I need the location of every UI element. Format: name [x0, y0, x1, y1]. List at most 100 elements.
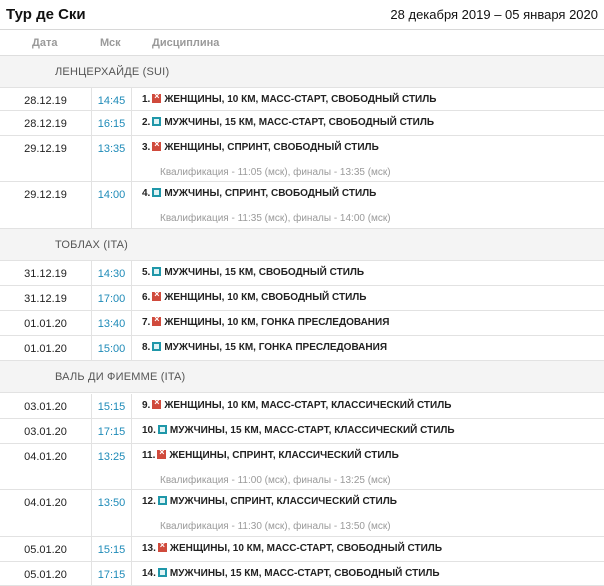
race-number: 2. — [142, 117, 151, 128]
race-discipline[interactable]: 10. МУЖЧИНЫ, 15 КМ, МАСС-СТАРТ, КЛАССИЧЕС… — [142, 425, 600, 436]
men-gender-icon — [157, 568, 167, 577]
venue-name: ВАЛЬ ДИ ФИЕММЕ (ITA) — [55, 371, 186, 383]
qualification-note: Квалификация - 11:35 (мск), финалы - 14:… — [160, 213, 391, 224]
race-name: МУЖЧИНЫ, СПРИНТ, КЛАССИЧЕСКИЙ СТИЛЬ — [169, 496, 397, 507]
race-number: 7. — [142, 317, 151, 328]
race-discipline[interactable]: 4. МУЖЧИНЫ, СПРИНТ, СВОБОДНЫЙ СТИЛЬ — [142, 188, 600, 199]
women-gender-icon — [152, 91, 162, 103]
race-name: МУЖЧИНЫ, 15 КМ, МАСС-СТАРТ, КЛАССИЧЕСКИЙ… — [169, 425, 455, 436]
qualification-note: Квалификация - 11:05 (мск), финалы - 13:… — [160, 167, 391, 178]
venue-header: ТОБЛАХ (ITA) — [0, 229, 604, 261]
page-header: Тур де Ски 28 декабря 2019 – 05 января 2… — [0, 0, 604, 30]
race-time: 14:45 — [92, 88, 132, 110]
women-gender-icon — [152, 397, 162, 409]
table-row: 05.01.20 17:15 14. МУЖЧИНЫ, 15 КМ, МАСС-СТА… — [0, 562, 604, 586]
race-time: 17:15 — [92, 419, 132, 443]
race-time: 15:00 — [92, 336, 132, 360]
page-title: Тур де Ски — [6, 6, 86, 23]
table-row: 28.12.19 16:15 2. МУЖЧИНЫ, 15 КМ, МАСС-СТАР… — [0, 111, 604, 136]
table-row: 05.01.2015:15 13. ЖЕНЩИНЫ, 10 КМ, МАСС-СТА… — [0, 537, 604, 562]
race-name: МУЖЧИНЫ, 15 КМ, СВОБОДНЫЙ СТИЛЬ — [164, 267, 365, 278]
table-row: 04.01.20 13:50 12. МУЖЧИНЫ, СПРИНТ, КЛАССИЧ… — [0, 490, 604, 537]
race-discipline[interactable]: 12. МУЖЧИНЫ, СПРИНТ, КЛАССИЧЕСКИЙ СТИЛЬ — [142, 496, 600, 507]
race-number: 9. — [142, 400, 151, 411]
race-number: 14. — [142, 568, 156, 579]
race-date: 28.12.19 — [0, 88, 92, 110]
column-header-date: Дата — [32, 37, 58, 49]
race-name: ЖЕНЩИНЫ, 10 КМ, ГОНКА ПРЕСЛЕДОВАНИЯ — [164, 317, 390, 328]
race-date: 04.01.20 — [0, 490, 92, 536]
race-name: МУЖЧИНЫ, СПРИНТ, СВОБОДНЫЙ СТИЛЬ — [164, 188, 377, 199]
race-name: МУЖЧИНЫ, 15 КМ, ГОНКА ПРЕСЛЕДОВАНИЯ — [164, 342, 387, 353]
date-range: 28 декабря 2019 – 05 января 2020 — [390, 7, 598, 22]
race-date: 04.01.20 — [0, 444, 92, 489]
race-time: 13:40 — [92, 311, 132, 335]
race-number: 13. — [142, 543, 156, 554]
race-number: 4. — [142, 188, 151, 199]
race-discipline[interactable]: 1. ЖЕНЩИНЫ, 10 КМ, МАСС-СТАРТ, СВОБОДНЫЙ … — [142, 91, 600, 105]
race-name: МУЖЧИНЫ, 15 КМ, МАСС-СТАРТ, СВОБОДНЫЙ СТ… — [164, 117, 435, 128]
column-headers: Дата Мск Дисциплина — [0, 30, 604, 56]
women-gender-icon — [157, 540, 167, 552]
race-name: ЖЕНЩИНЫ, 10 КМ, МАСС-СТАРТ, КЛАССИЧЕСКИЙ… — [164, 400, 452, 411]
venue-header: ВАЛЬ ДИ ФИЕММЕ (ITA) — [0, 361, 604, 393]
women-gender-icon — [152, 314, 162, 326]
table-row: 31.12.1917:00 6. ЖЕНЩИНЫ, 10 КМ, СВОБОДНЫЙ… — [0, 286, 604, 311]
race-number: 8. — [142, 342, 151, 353]
men-gender-icon — [157, 425, 167, 434]
race-date: 01.01.20 — [0, 311, 92, 335]
qualification-note: Квалификация - 11:30 (мск), финалы - 13:… — [160, 521, 391, 532]
race-date: 29.12.19 — [0, 182, 92, 228]
race-discipline[interactable]: 14. МУЖЧИНЫ, 15 КМ, МАСС-СТАРТ, СВОБОДНЫЙ… — [142, 568, 600, 579]
table-row: 28.12.1914:45 1. ЖЕНЩИНЫ, 10 КМ, МАСС-СТАР… — [0, 88, 604, 111]
race-number: 11. — [142, 450, 156, 461]
race-name: ЖЕНЩИНЫ, 10 КМ, МАСС-СТАРТ, СВОБОДНЫЙ СТ… — [164, 94, 437, 105]
race-number: 3. — [142, 142, 151, 153]
men-gender-icon — [152, 117, 162, 126]
race-time: 13:35 — [92, 136, 132, 181]
race-date: 03.01.20 — [0, 419, 92, 443]
race-name: ЖЕНЩИНЫ, СПРИНТ, СВОБОДНЫЙ СТИЛЬ — [164, 142, 379, 153]
race-time: 17:00 — [92, 286, 132, 310]
race-discipline[interactable]: 6. ЖЕНЩИНЫ, 10 КМ, СВОБОДНЫЙ СТИЛЬ — [142, 289, 600, 303]
race-time: 17:15 — [92, 562, 132, 585]
race-discipline[interactable]: 5. МУЖЧИНЫ, 15 КМ, СВОБОДНЫЙ СТИЛЬ — [142, 267, 600, 278]
race-number: 5. — [142, 267, 151, 278]
race-discipline[interactable]: 9. ЖЕНЩИНЫ, 10 КМ, МАСС-СТАРТ, КЛАССИЧЕСК… — [142, 397, 600, 411]
venue-name: ЛЕНЦЕРХАЙДЕ (SUI) — [55, 66, 170, 78]
race-date: 05.01.20 — [0, 562, 92, 585]
race-discipline[interactable]: 3. ЖЕНЩИНЫ, СПРИНТ, СВОБОДНЫЙ СТИЛЬ — [142, 139, 600, 153]
race-time: 16:15 — [92, 111, 132, 135]
race-discipline[interactable]: 8. МУЖЧИНЫ, 15 КМ, ГОНКА ПРЕСЛЕДОВАНИЯ — [142, 342, 600, 353]
race-discipline[interactable]: 7. ЖЕНЩИНЫ, 10 КМ, ГОНКА ПРЕСЛЕДОВАНИЯ — [142, 314, 600, 328]
column-header-time: Мск — [100, 37, 121, 49]
race-discipline[interactable]: 11. ЖЕНЩИНЫ, СПРИНТ, КЛАССИЧЕСКИЙ СТИЛЬ — [142, 447, 600, 461]
race-time: 15:15 — [92, 394, 132, 418]
race-date: 03.01.20 — [0, 394, 92, 418]
women-gender-icon — [152, 139, 162, 151]
table-row: 29.12.1913:35 3. ЖЕНЩИНЫ, СПРИНТ, СВОБОДНЫ… — [0, 136, 604, 182]
race-discipline[interactable]: 2. МУЖЧИНЫ, 15 КМ, МАСС-СТАРТ, СВОБОДНЫЙ … — [142, 117, 600, 128]
venue-name: ТОБЛАХ (ITA) — [55, 239, 128, 251]
venue-header: ЛЕНЦЕРХАЙДЕ (SUI) — [0, 56, 604, 88]
table-row: 03.01.2015:15 9. ЖЕНЩИНЫ, 10 КМ, МАСС-СТАР… — [0, 394, 604, 419]
column-header-discipline: Дисциплина — [152, 37, 220, 49]
race-date: 01.01.20 — [0, 336, 92, 360]
table-row: 29.12.19 14:00 4. МУЖЧИНЫ, СПРИНТ, СВОБОДНЫ… — [0, 182, 604, 229]
race-time: 14:30 — [92, 261, 132, 285]
table-row: 03.01.20 17:15 10. МУЖЧИНЫ, 15 КМ, МАСС-СТА… — [0, 419, 604, 444]
men-gender-icon — [152, 342, 162, 351]
table-row: 31.12.19 14:30 5. МУЖЧИНЫ, 15 КМ, СВОБОДНЫЙ… — [0, 261, 604, 286]
race-name: ЖЕНЩИНЫ, 10 КМ, МАСС-СТАРТ, СВОБОДНЫЙ СТ… — [169, 543, 443, 554]
race-time: 13:50 — [92, 490, 132, 536]
race-number: 6. — [142, 292, 151, 303]
race-number: 12. — [142, 496, 156, 507]
race-time: 15:15 — [92, 537, 132, 561]
race-name: МУЖЧИНЫ, 15 КМ, МАСС-СТАРТ, СВОБОДНЫЙ СТ… — [169, 568, 440, 579]
men-gender-icon — [152, 267, 162, 276]
race-discipline[interactable]: 13. ЖЕНЩИНЫ, 10 КМ, МАСС-СТАРТ, СВОБОДНЫЙ… — [142, 540, 600, 554]
table-row: 01.01.20 15:00 8. МУЖЧИНЫ, 15 КМ, ГОНКА ПРЕ… — [0, 336, 604, 361]
race-name: ЖЕНЩИНЫ, СПРИНТ, КЛАССИЧЕСКИЙ СТИЛЬ — [169, 450, 399, 461]
women-gender-icon — [157, 447, 167, 459]
race-date: 05.01.20 — [0, 537, 92, 561]
